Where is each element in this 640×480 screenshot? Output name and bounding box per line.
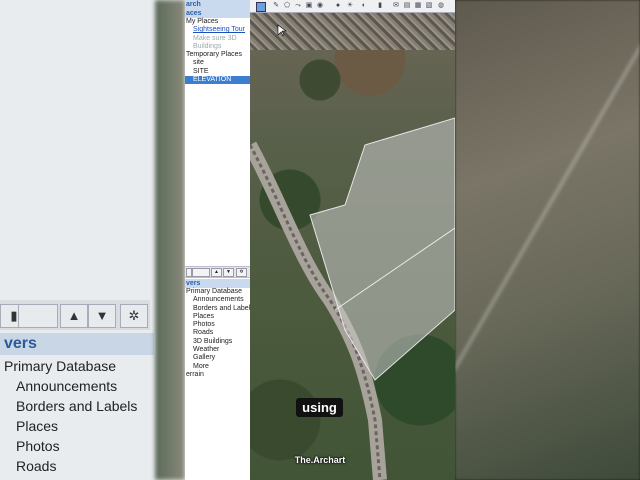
layer-item[interactable]: Gallery <box>185 354 250 362</box>
gear-icon: ✲ <box>120 304 148 328</box>
sidebar-toggle-icon[interactable] <box>256 2 266 12</box>
layers-list: Primary Database Announcements Borders and… <box>185 288 250 379</box>
sun-icon[interactable]: ☀ <box>346 2 354 10</box>
elevation-polygon[interactable] <box>309 117 455 381</box>
move-up-icon[interactable]: ▲ <box>211 268 222 277</box>
print-icon[interactable]: ▤ <box>403 2 411 10</box>
layers-panel-header[interactable]: vers <box>185 279 250 288</box>
map-view[interactable]: ✎ ⬠ ⤳ ▣ ◉ ● ☀ ◐ ▮ ✉ ▤ ▦ ▧ ◍ <box>250 0 455 480</box>
earth-icon[interactable]: ◍ <box>437 2 445 10</box>
background-toolbar: ▮ ▲ ▼ ✲ <box>0 300 150 330</box>
places-item-label: SITE <box>193 67 209 75</box>
places-toolbar: ▲ ▼ ✲ <box>185 266 250 278</box>
places-item-label: Temporary Places <box>186 51 243 59</box>
places-item[interactable]: My Places <box>185 18 250 26</box>
subtitle-caption: using <box>296 398 343 417</box>
map-overlay <box>250 24 455 480</box>
places-item-label: Sightseeing Tour <box>193 26 246 34</box>
map-toolbar: ✎ ⬠ ⤳ ▣ ◉ ● ☀ ◐ ▮ ✉ ▤ ▦ ▧ ◍ <box>250 0 455 13</box>
layer-item[interactable]: errain <box>185 371 250 379</box>
ruler-icon[interactable]: ▮ <box>376 2 384 10</box>
search-panel-header[interactable]: arch <box>185 0 250 9</box>
places-item[interactable]: Temporary Places <box>185 51 250 59</box>
maps-icon[interactable]: ▧ <box>425 2 433 10</box>
layer-item[interactable]: Borders and Labels <box>185 305 250 313</box>
background-map-strip <box>155 0 185 480</box>
background-left-blur: ▮ ▲ ▼ ✲ vers Primary Database Announceme… <box>0 0 185 480</box>
places-item[interactable]: Buildings <box>185 43 250 51</box>
background-field <box>18 304 58 328</box>
layer-item-label: Primary Database <box>186 288 243 295</box>
layer-item-label: Borders and Labels <box>193 304 251 312</box>
layer-item-label: Places <box>193 312 215 320</box>
places-list: My Places Sightseeing Tour Make sure 3D Bui… <box>185 18 250 85</box>
layer-item-label: Gallery <box>193 354 216 362</box>
watermark-text: The.Archart <box>294 455 346 465</box>
tour-icon[interactable]: ◉ <box>316 2 324 10</box>
layer-item[interactable]: 3D Buildings <box>185 338 250 346</box>
places-item[interactable]: ELEVATION <box>185 76 250 85</box>
places-search-field[interactable] <box>192 268 210 277</box>
layer-item[interactable]: More <box>185 363 250 371</box>
places-item[interactable]: SITE <box>185 68 250 76</box>
move-down-icon[interactable]: ▼ <box>223 268 234 277</box>
places-item-label: Make sure 3D <box>193 34 237 42</box>
email-icon[interactable]: ✉ <box>392 2 400 10</box>
planet-icon[interactable]: ◐ <box>360 2 368 10</box>
layer-item-label: 3D Buildings <box>193 337 233 345</box>
layer-item-label: errain <box>186 370 204 378</box>
background-right-blur <box>455 0 640 480</box>
layer-item-label: Roads <box>193 329 214 337</box>
path-icon[interactable]: ⤳ <box>294 2 302 10</box>
layer-item-label: More <box>193 362 209 370</box>
layer-item[interactable]: Primary Database <box>185 288 250 296</box>
places-item-label: site <box>193 59 204 67</box>
layer-item[interactable]: Photos <box>185 321 250 329</box>
polygon-icon[interactable]: ⬠ <box>283 2 291 10</box>
places-item-label: ELEVATION <box>193 76 232 84</box>
sidebar-panel: arch aces My Places Sightseeing Tour Make … <box>185 0 251 480</box>
places-item-label: My Places <box>186 18 219 25</box>
mouse-cursor <box>277 24 287 37</box>
layer-item-label: Weather <box>193 346 220 354</box>
layer-item[interactable]: Places <box>185 313 250 321</box>
layer-item[interactable]: Roads <box>185 329 250 337</box>
down-arrow-icon: ▼ <box>88 304 116 328</box>
settings-icon[interactable]: ✲ <box>236 268 247 277</box>
layer-item-label: Photos <box>193 321 215 329</box>
layer-item[interactable]: Announcements <box>185 296 250 304</box>
places-item[interactable]: Make sure 3D <box>185 35 250 43</box>
globe-icon[interactable]: ● <box>334 2 342 10</box>
places-item[interactable]: Sightseeing Tour <box>185 26 250 34</box>
background-layer-item: Roads <box>16 458 57 474</box>
background-layer-item: Photos <box>16 438 60 454</box>
up-arrow-icon: ▲ <box>60 304 88 328</box>
places-item-label: Buildings <box>193 42 222 50</box>
places-panel-header[interactable]: aces <box>185 9 250 18</box>
background-layer-item: Places <box>16 418 59 434</box>
overlay-icon[interactable]: ▣ <box>305 2 313 10</box>
layer-item-label: Announcements <box>193 296 244 304</box>
placemark-icon[interactable]: ✎ <box>272 2 280 10</box>
background-layer-item: Primary Database <box>4 358 117 374</box>
save-image-icon[interactable]: ▦ <box>414 2 422 10</box>
background-layer-item: Announcements <box>16 378 118 394</box>
places-item[interactable]: site <box>185 59 250 67</box>
background-layer-item: Borders and Labels <box>16 398 138 414</box>
layer-item[interactable]: Weather <box>185 346 250 354</box>
background-layers-header: vers <box>0 333 154 355</box>
